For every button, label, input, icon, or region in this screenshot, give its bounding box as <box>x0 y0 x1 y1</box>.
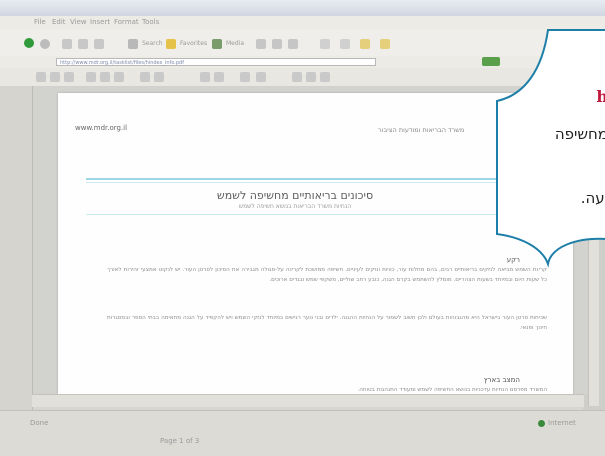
horizontal-scrollbar[interactable] <box>32 394 584 407</box>
title-rule <box>86 178 502 180</box>
menu-file[interactable]: File <box>34 18 46 26</box>
refresh-icon[interactable] <box>78 39 88 49</box>
menu-edit[interactable]: Edit <box>52 18 66 26</box>
callout-line-2: מחשיפה <box>554 125 605 143</box>
zone-text: Internet <box>548 419 576 427</box>
last-page-icon[interactable] <box>214 72 224 82</box>
window-titlebar <box>0 0 605 17</box>
search-label[interactable]: Search <box>142 40 163 47</box>
menu-insert[interactable]: Insert <box>90 18 110 26</box>
next-page-icon[interactable] <box>200 72 210 82</box>
mail-icon[interactable] <box>272 39 282 49</box>
edit-icon[interactable] <box>320 39 330 49</box>
callout-line-3: יעה. <box>580 189 605 207</box>
messenger-icon[interactable] <box>380 39 390 49</box>
rotate-icon[interactable] <box>320 72 330 82</box>
site-url[interactable]: www.mdr.org.il <box>75 124 127 132</box>
menu-tools[interactable]: Tools <box>142 18 159 26</box>
zoom-tool-icon[interactable] <box>114 72 124 82</box>
discuss-icon[interactable] <box>340 39 350 49</box>
home-icon[interactable] <box>94 39 104 49</box>
address-input[interactable]: http://www.mdr.org.il/tasklist/files/hin… <box>56 58 376 66</box>
back-icon[interactable] <box>24 38 34 48</box>
page-indicator: Page 1 of 3 <box>160 437 200 445</box>
title-rule-thin <box>86 182 502 183</box>
forward-icon[interactable] <box>40 39 50 49</box>
bookmarks-panel[interactable] <box>0 86 33 410</box>
print-icon[interactable] <box>288 39 298 49</box>
save-icon[interactable] <box>36 72 46 82</box>
favorites-icon[interactable] <box>166 39 176 49</box>
folder-icon[interactable] <box>360 39 370 49</box>
status-text: Done <box>30 419 49 427</box>
prev-page-icon[interactable] <box>154 72 164 82</box>
first-page-icon[interactable] <box>140 72 150 82</box>
favorites-label[interactable]: Favorites <box>180 40 207 47</box>
subtitle-rule <box>86 214 502 215</box>
history-icon[interactable] <box>256 39 266 49</box>
internet-zone-icon <box>538 420 545 427</box>
menu-view[interactable]: View <box>70 18 87 26</box>
status-bar: Done Page 1 of 3 Internet <box>0 410 605 456</box>
paragraph: שכיחות סרטן העור בישראל היא מהגבוהות בעו… <box>107 315 547 331</box>
paragraph: קרינת השמש מביאה לנזקים בריאותיים רבים, … <box>107 267 547 283</box>
fit-width-icon[interactable] <box>306 72 316 82</box>
section-heading: המצב בארץ <box>483 376 520 384</box>
menu-format[interactable]: Format <box>114 18 139 26</box>
media-icon[interactable] <box>212 39 222 49</box>
callout-shape <box>496 29 605 268</box>
select-tool-icon[interactable] <box>100 72 110 82</box>
header-subtitle: משרד הבריאות ומודעות הציבור <box>378 126 465 134</box>
email-doc-icon[interactable] <box>64 72 74 82</box>
zoom-out-icon[interactable] <box>240 72 250 82</box>
document-title: סיכונים בריאותיים מחשיפה לשמש <box>216 189 374 202</box>
document-subtitle: הנחיות משרד הבריאות בנושא חשיפה לשמש <box>238 203 352 210</box>
zoom-in-icon[interactable] <box>256 72 266 82</box>
hand-tool-icon[interactable] <box>86 72 96 82</box>
stop-icon[interactable] <box>62 39 72 49</box>
callout-bubble: h מחשיפה יעה. <box>496 29 605 268</box>
callout-line-1: h <box>596 87 605 106</box>
print-doc-icon[interactable] <box>50 72 60 82</box>
media-label[interactable]: Media <box>226 40 244 47</box>
fit-page-icon[interactable] <box>292 72 302 82</box>
search-icon[interactable] <box>128 39 138 49</box>
